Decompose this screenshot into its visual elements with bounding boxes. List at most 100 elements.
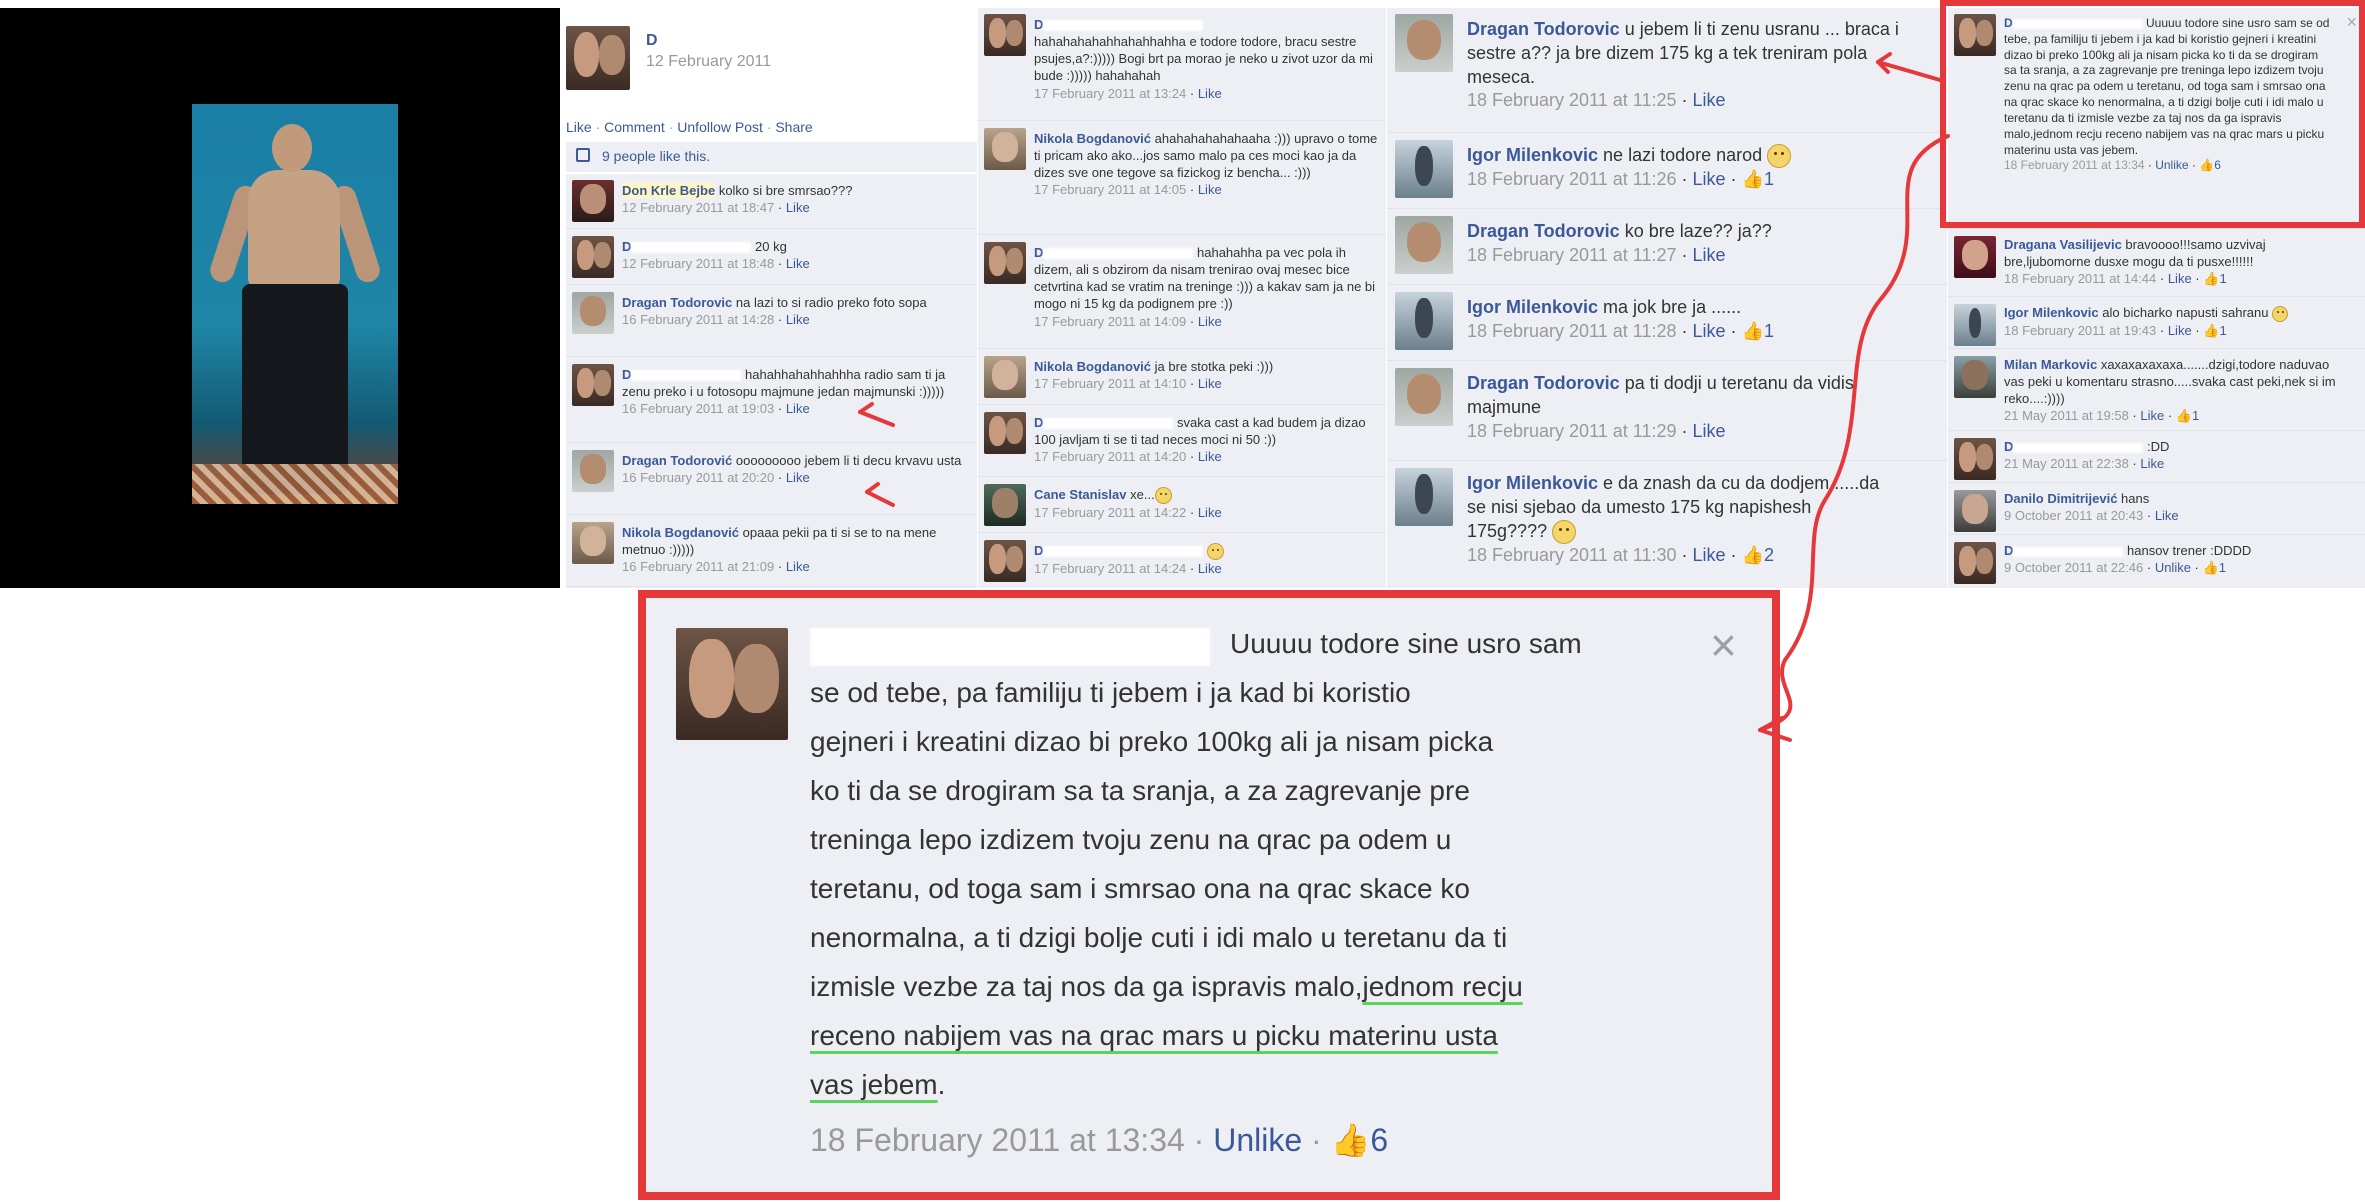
- commenter-name[interactable]: D: [622, 367, 631, 382]
- commenter-avatar[interactable]: [1395, 292, 1453, 350]
- commenter-name[interactable]: Cane Stanislav: [1034, 487, 1127, 502]
- commenter-avatar[interactable]: [984, 14, 1026, 56]
- commenter-avatar[interactable]: [572, 450, 614, 492]
- like-count[interactable]: 2: [1764, 545, 1774, 565]
- commenter-name[interactable]: Dragan Todorovic: [622, 295, 732, 310]
- like-link[interactable]: Like: [1198, 314, 1222, 329]
- like-link[interactable]: Like: [1198, 182, 1222, 197]
- commenter-avatar[interactable]: [1395, 140, 1453, 198]
- commenter-name[interactable]: D: [2004, 543, 2013, 558]
- like-link[interactable]: Like: [786, 401, 810, 416]
- comment-date[interactable]: 9 October 2011 at 22:46: [2004, 560, 2143, 575]
- commenter-avatar[interactable]: [984, 356, 1026, 398]
- commenter-avatar[interactable]: [1954, 490, 1996, 532]
- commenter-avatar[interactable]: [572, 180, 614, 222]
- like-link[interactable]: Like: [2155, 508, 2179, 523]
- comment-date[interactable]: 16 February 2011 at 14:28: [622, 312, 774, 327]
- commenter-name[interactable]: D: [1034, 415, 1043, 430]
- commenter-avatar[interactable]: [1954, 236, 1996, 278]
- commenter-avatar[interactable]: [1954, 356, 1996, 398]
- comment-date[interactable]: 16 February 2011 at 19:03: [622, 401, 774, 416]
- commenter-name[interactable]: D: [2004, 439, 2013, 454]
- post-author-name[interactable]: D: [646, 32, 658, 49]
- commenter-avatar[interactable]: [572, 522, 614, 564]
- like-link[interactable]: Like: [1198, 561, 1222, 576]
- like-count[interactable]: 1: [2219, 323, 2226, 338]
- comment-date[interactable]: 18 February 2011 at 11:26: [1467, 169, 1676, 189]
- commenter-name[interactable]: Dragan Todorovic: [1467, 19, 1620, 39]
- commenter-name[interactable]: Igor Milenkovic: [1467, 473, 1598, 493]
- like-link[interactable]: Like: [2168, 271, 2192, 286]
- like-link[interactable]: Like: [786, 470, 810, 485]
- like-link[interactable]: Like: [786, 256, 810, 271]
- commenter-name[interactable]: Igor Milenkovic: [1467, 297, 1598, 317]
- like-link[interactable]: Like: [2140, 408, 2164, 423]
- like-count[interactable]: 1: [1764, 169, 1774, 189]
- comment-date[interactable]: 18 February 2011 at 11:29: [1467, 421, 1676, 441]
- commenter-name[interactable]: Dragana Vasilijevic: [2004, 237, 2122, 252]
- commenter-avatar[interactable]: [984, 412, 1026, 454]
- comment-date[interactable]: 18 February 2011 at 14:44: [2004, 271, 2156, 286]
- commenter-avatar[interactable]: [1954, 304, 1996, 346]
- comment-date[interactable]: 17 February 2011 at 14:22: [1034, 505, 1186, 520]
- like-count[interactable]: 1: [2219, 271, 2226, 286]
- commenter-avatar[interactable]: [1395, 368, 1453, 426]
- like-link[interactable]: Like: [1692, 169, 1725, 189]
- commenter-avatar[interactable]: [984, 484, 1026, 526]
- comment-date[interactable]: 17 February 2011 at 14:05: [1034, 182, 1186, 197]
- commenter-name[interactable]: Nikola Bogdanović: [622, 525, 739, 540]
- commenter-avatar[interactable]: [984, 540, 1026, 582]
- commenter-avatar[interactable]: [984, 128, 1026, 170]
- commenter-avatar[interactable]: [984, 242, 1026, 284]
- post-date[interactable]: 12 February 2011: [646, 53, 771, 70]
- like-link[interactable]: Like: [1198, 449, 1222, 464]
- comment-date[interactable]: 18 February 2011 at 11:28: [1467, 321, 1676, 341]
- unfollow-link[interactable]: Unfollow Post: [677, 119, 763, 135]
- comment-date[interactable]: 17 February 2011 at 13:24: [1034, 86, 1186, 101]
- commenter-avatar[interactable]: [1954, 438, 1996, 480]
- like-link[interactable]: Like: [1692, 90, 1725, 110]
- like-link[interactable]: Like: [1198, 376, 1222, 391]
- post-author-avatar[interactable]: [566, 26, 630, 90]
- like-count[interactable]: 1: [2219, 560, 2226, 575]
- commenter-avatar[interactable]: [1954, 542, 1996, 584]
- commenter-name[interactable]: Dragan Todorović: [622, 453, 732, 468]
- commenter-avatar[interactable]: [572, 364, 614, 406]
- comment-date[interactable]: 18 February 2011 at 11:30: [1467, 545, 1676, 565]
- commenter-name[interactable]: D: [1034, 543, 1043, 558]
- commenter-name[interactable]: Don Krle Bejbe: [622, 183, 716, 198]
- like-link[interactable]: Like: [2168, 323, 2192, 338]
- like-link[interactable]: Like: [786, 312, 810, 327]
- comment-date[interactable]: 9 October 2011 at 20:43: [2004, 508, 2143, 523]
- comment-date[interactable]: 17 February 2011 at 14:20: [1034, 449, 1186, 464]
- comment-date[interactable]: 12 February 2011 at 18:48: [622, 256, 774, 271]
- like-link[interactable]: Like: [1692, 421, 1725, 441]
- likes-count[interactable]: 9 people like this.: [602, 148, 710, 164]
- comment-date[interactable]: 21 May 2011 at 22:38: [2004, 456, 2129, 471]
- like-link[interactable]: Like: [786, 559, 810, 574]
- commenter-name[interactable]: Danilo Dimitrijević: [2004, 491, 2117, 506]
- comment-date[interactable]: 18 February 2011 at 19:43: [2004, 323, 2156, 338]
- commenter-name[interactable]: Igor Milenkovic: [1467, 145, 1598, 165]
- comment-date[interactable]: 21 May 2011 at 19:58: [2004, 408, 2129, 423]
- commenter-name[interactable]: Dragan Todorovic: [1467, 221, 1620, 241]
- commenter-name[interactable]: Milan Markovic: [2004, 357, 2097, 372]
- comment-date[interactable]: 17 February 2011 at 14:10: [1034, 376, 1186, 391]
- commenter-name[interactable]: Nikola Bogdanović: [1034, 131, 1151, 146]
- like-count[interactable]: 1: [2192, 408, 2199, 423]
- like-link[interactable]: Like: [1692, 321, 1725, 341]
- comment-date[interactable]: 17 February 2011 at 14:09: [1034, 314, 1186, 329]
- comment-date[interactable]: 16 February 2011 at 20:20: [622, 470, 774, 485]
- commenter-name[interactable]: D: [1034, 17, 1043, 32]
- comment-date[interactable]: 17 February 2011 at 14:24: [1034, 561, 1186, 576]
- like-link[interactable]: Like: [786, 200, 810, 215]
- commenter-name[interactable]: Dragan Todorovic: [1467, 373, 1620, 393]
- commenter-avatar[interactable]: [572, 236, 614, 278]
- commenter-name[interactable]: D: [622, 239, 631, 254]
- like-link[interactable]: Like: [1198, 505, 1222, 520]
- comment-date[interactable]: 12 February 2011 at 18:47: [622, 200, 774, 215]
- like-link[interactable]: Like: [1198, 86, 1222, 101]
- like-link[interactable]: Like: [1692, 545, 1725, 565]
- like-count[interactable]: 1: [1764, 321, 1774, 341]
- comment-date[interactable]: 16 February 2011 at 21:09: [622, 559, 774, 574]
